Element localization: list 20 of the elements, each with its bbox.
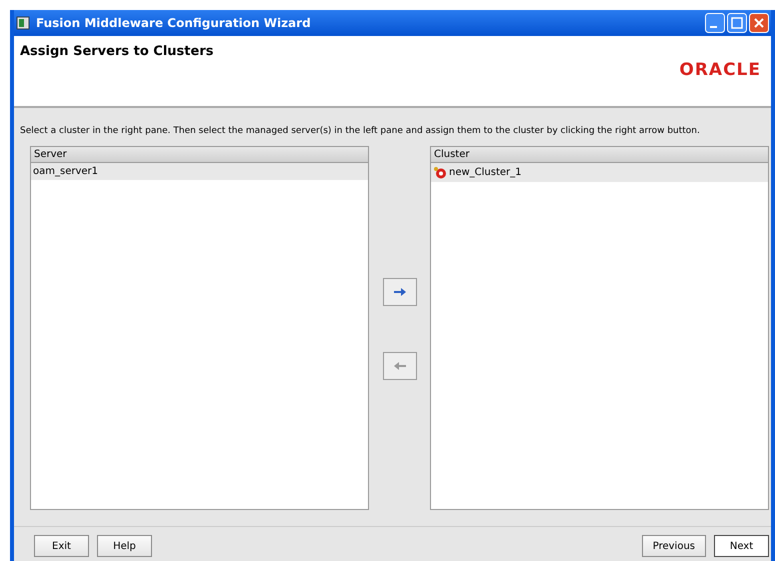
dialog-button[interactable]: Next — [714, 535, 769, 557]
dialog-button[interactable]: Exit — [34, 535, 89, 557]
instruction-text: Select a cluster in the right pane. Then select the managed server(s) in the left pane and assign them to the cluster by clicking the right arrow button. — [20, 126, 701, 136]
assign-button[interactable] — [382, 278, 416, 306]
window-title: Fusion Middleware Configuration Wizard — [36, 16, 312, 30]
column-header: Cluster — [431, 147, 768, 163]
right-arrow-icon — [392, 287, 406, 297]
maximize-icon[interactable] — [727, 13, 747, 33]
close-icon[interactable] — [749, 13, 769, 33]
list-item[interactable]: new_Cluster_1 — [431, 163, 768, 182]
list-item[interactable]: oam_server1 — [31, 163, 368, 180]
cluster-icon — [433, 166, 447, 179]
dialog-button[interactable]: Help — [97, 535, 152, 557]
logo: ORACLE — [679, 60, 761, 80]
dialog-button[interactable]: Previous — [642, 535, 706, 557]
left-arrow-icon — [392, 361, 406, 371]
app-icon — [16, 16, 30, 30]
minimize-icon[interactable] — [705, 13, 725, 33]
column-header: Server — [31, 147, 368, 163]
page-title: Assign Servers to Clusters — [20, 44, 214, 61]
